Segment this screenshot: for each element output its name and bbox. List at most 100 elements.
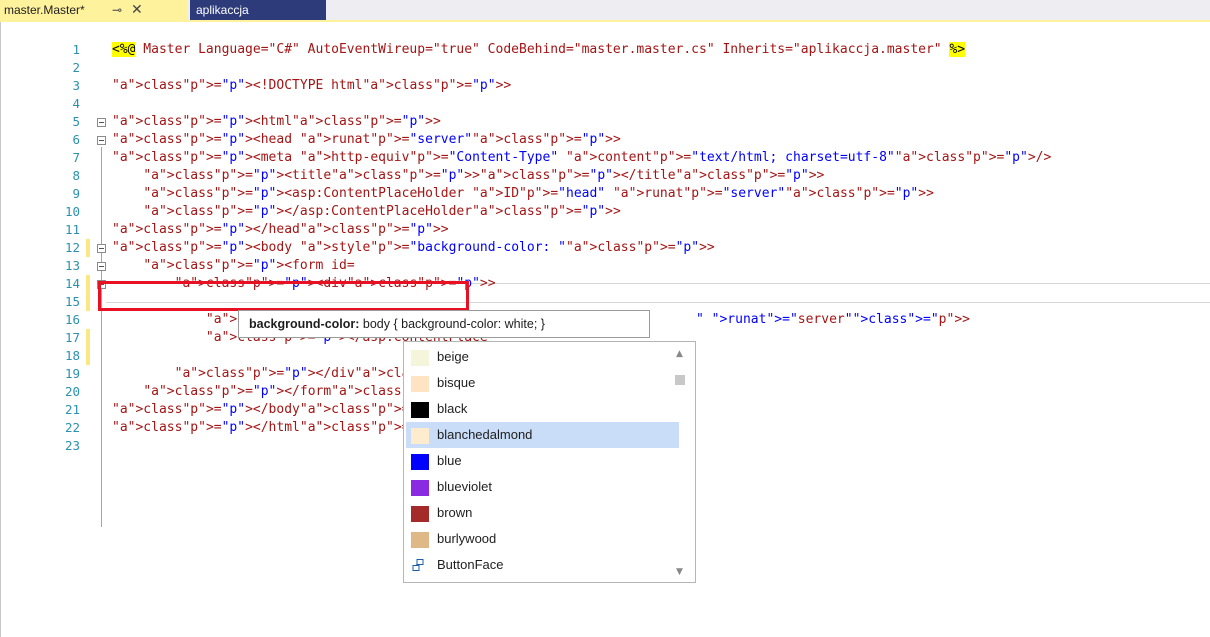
line-number: 11 (64, 222, 80, 237)
color-swatch-icon (411, 480, 429, 496)
completion-item[interactable]: bisque (406, 370, 679, 396)
line-number: 23 (64, 438, 80, 453)
completion-item[interactable]: blueviolet (406, 474, 679, 500)
scrollbar-thumb[interactable] (675, 375, 685, 385)
tab-master-master[interactable]: master.Master* ⊸ ✕ (0, 0, 188, 20)
directive-close: %> (949, 42, 966, 57)
code-line: 12 "a">class"p">="p"><body "a">style"p">… (0, 239, 1210, 257)
pin-icon[interactable]: ⊸ (112, 0, 122, 20)
line-number: 16 (64, 312, 80, 327)
color-swatch-icon (411, 428, 429, 444)
completion-item-label: brown (437, 505, 473, 520)
line-number: 18 (64, 348, 80, 363)
line-text: "a">class"p">="p"><head "a">runat"p">="s… (112, 132, 621, 147)
close-icon[interactable]: ✕ (131, 0, 143, 19)
document-tab-bar: master.Master* ⊸ ✕ aplikaccja (0, 0, 1210, 20)
tooltip-property: background-color: (249, 317, 360, 331)
line-text-tail: " ">runat">="server"">class">="p">> (696, 312, 970, 327)
completion-item[interactable]: beige (406, 344, 679, 370)
completion-item-label: burlywood (437, 531, 497, 546)
completion-item-label: blue (437, 453, 462, 468)
line-number: 2 (72, 60, 80, 75)
code-line: 9 "a">class"p">="p"><asp:ContentPlaceHol… (0, 185, 1210, 203)
color-swatch-icon (411, 532, 429, 548)
color-swatch-icon (411, 454, 429, 470)
completion-item-label: beige (437, 349, 469, 364)
line-number: 12 (64, 240, 80, 255)
completion-item[interactable]: burlywood (406, 526, 679, 552)
color-swatch-icon (411, 402, 429, 418)
line-number: 15 (64, 294, 80, 309)
line-number: 8 (72, 168, 80, 183)
line-text: "a">class"p">="p"><form id= (143, 258, 355, 273)
directive-body: Master Language="C#" AutoEventWireup="tr… (135, 42, 950, 57)
highlight-box (98, 281, 469, 311)
line-number: 9 (72, 186, 80, 201)
line-number: 3 (72, 78, 80, 93)
line-number: 7 (72, 150, 80, 165)
code-line: 4 (0, 95, 1210, 113)
completion-item[interactable]: ButtonFace (406, 552, 679, 578)
scroll-down-arrow-icon[interactable]: ▼ (676, 567, 683, 577)
collapse-toggle-icon[interactable] (97, 244, 106, 253)
collapse-toggle-icon[interactable] (97, 136, 106, 145)
change-marker (86, 293, 90, 311)
completion-item[interactable]: black (406, 396, 679, 422)
code-line: 1 <%@ Master Language="C#" AutoEventWire… (0, 41, 1210, 59)
line-number: 1 (72, 42, 80, 57)
directive-open: <%@ (112, 42, 136, 57)
tab-label: aplikaccja (196, 3, 249, 17)
line-text: "a">class"p">="p"></body"a">class"p">="p… (112, 402, 449, 417)
line-number: 21 (64, 402, 80, 417)
code-line: 13 "a">class"p">="p"><form id= (0, 257, 1210, 275)
completion-item-selected[interactable]: blanchedalmond (406, 422, 679, 448)
code-line: 11 "a">class"p">="p"></head"a">class"p">… (0, 221, 1210, 239)
change-marker (86, 347, 90, 365)
line-number: 14 (64, 276, 80, 291)
line-text: "a">class"p">="p"><meta "a">http-equiv"p… (112, 150, 1052, 165)
completion-item-label: black (437, 401, 468, 416)
line-number: 20 (64, 384, 80, 399)
collapse-toggle-icon[interactable] (97, 262, 106, 271)
line-number: 4 (72, 96, 80, 111)
line-number: 10 (64, 204, 80, 219)
collapse-toggle-icon[interactable] (97, 118, 106, 127)
line-text: "a">class"p">="p"><!DOCTYPE html"a">clas… (112, 78, 512, 93)
line-text: "a">class"p">="p"></asp:ContentPlaceHold… (143, 204, 621, 219)
line-number: 5 (72, 114, 80, 129)
completion-item-label: blueviolet (437, 479, 492, 494)
line-number: 19 (64, 366, 80, 381)
line-text: "a">class"p">="p"><body "a">style"p">="b… (112, 240, 715, 255)
line-text: "a">class"p">="p"></html"a">class"p">="p… (112, 420, 449, 435)
code-line: 2 (0, 59, 1210, 77)
line-number: 17 (64, 330, 80, 345)
completion-item[interactable]: blue (406, 448, 679, 474)
scroll-up-arrow-icon[interactable]: ▲ (676, 349, 683, 359)
change-marker (86, 239, 90, 257)
line-text: "a">class"p">="p"><title"a">class"p">="p… (143, 168, 825, 183)
tab-label: master.Master* (4, 3, 85, 17)
tab-aplikaccja[interactable]: aplikaccja (190, 0, 326, 20)
change-marker (86, 329, 90, 347)
system-color-icon (412, 559, 424, 573)
line-text: "a">class"p">="p"><html"a">class"p">="p"… (112, 114, 441, 129)
code-line: 3 "a">class"p">="p"><!DOCTYPE html"a">cl… (0, 77, 1210, 95)
line-text: <%@ Master Language="C#" AutoEventWireup… (112, 41, 966, 59)
color-swatch-icon (411, 350, 429, 366)
completion-list[interactable]: beige bisque black blanchedalmond blue b… (403, 341, 696, 583)
tooltip-description: body { background-color: white; } (359, 317, 545, 331)
code-line: 7 "a">class"p">="p"><meta "a">http-equiv… (0, 149, 1210, 167)
completion-item[interactable]: brown (406, 500, 679, 526)
code-line: 10 "a">class"p">="p"></asp:ContentPlaceH… (0, 203, 1210, 221)
color-swatch-icon (411, 506, 429, 522)
change-marker (86, 275, 90, 293)
quick-info-tooltip: background-color: body { background-colo… (238, 310, 650, 338)
line-number: 13 (64, 258, 80, 273)
line-number: 22 (64, 420, 80, 435)
completion-item-label: blanchedalmond (437, 427, 533, 442)
line-text: "a">class"p">="p"></head"a">class"p">="p… (112, 222, 449, 237)
line-number: 6 (72, 132, 80, 147)
code-line: 5 "a">class"p">="p"><html"a">class"p">="… (0, 113, 1210, 131)
line-text: "a">class"p">="p"><asp:ContentPlaceHolde… (143, 186, 934, 201)
completion-item-label: bisque (437, 375, 476, 390)
